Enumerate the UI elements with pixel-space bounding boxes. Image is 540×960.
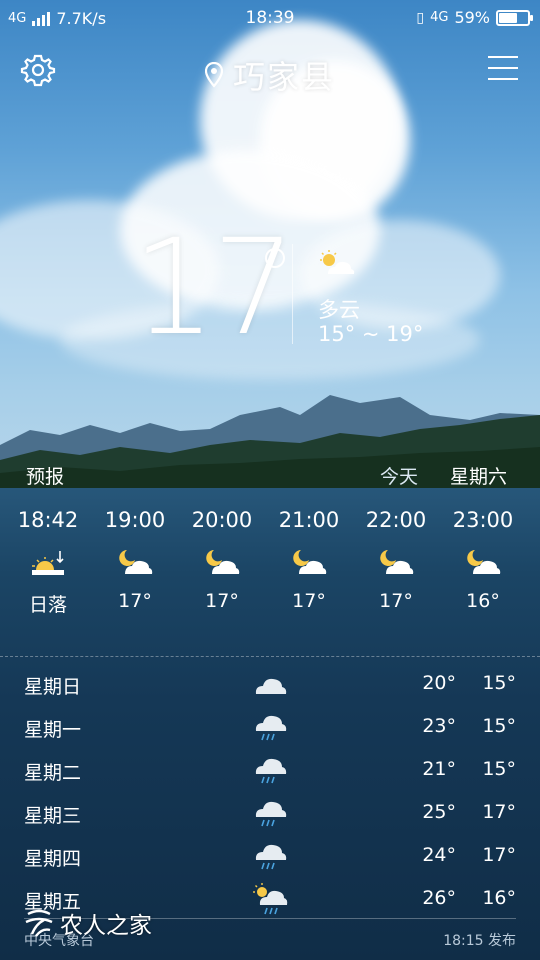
watermark: 农人之家 bbox=[22, 906, 152, 940]
moon-cloud-icon bbox=[119, 550, 153, 574]
hour-temp: 日落 bbox=[28, 594, 67, 616]
status-bar: 4G 7.7K/s 18:39 ▯ 4G 59% bbox=[0, 0, 540, 36]
day-name: 星期三 bbox=[24, 805, 82, 827]
hour-item: 23:00 16° bbox=[438, 508, 528, 612]
hour-temp: 17° bbox=[379, 590, 413, 612]
sun-rain-cloud-icon bbox=[253, 883, 288, 915]
hourly-forecast[interactable]: 18:42 日落 19:00 17° 20:00 17° 21:00 17° 2… bbox=[0, 508, 540, 638]
menu-button[interactable] bbox=[488, 56, 518, 82]
hour-item: 19:00 17° bbox=[90, 508, 180, 612]
rain-cloud-icon bbox=[255, 758, 287, 784]
battery-icon bbox=[496, 9, 533, 26]
day-name: 星期日 bbox=[24, 676, 82, 698]
top-bar: 巧家县 bbox=[0, 50, 540, 96]
day-low: 15° bbox=[482, 715, 516, 737]
hour-time: 19:00 bbox=[104, 508, 166, 532]
rain-cloud-icon bbox=[255, 844, 287, 870]
moon-cloud-icon bbox=[380, 550, 414, 574]
degree-symbol bbox=[265, 248, 285, 268]
hour-temp: 17° bbox=[118, 590, 152, 612]
watermark-logo-icon bbox=[25, 909, 53, 937]
day-name: 星期一 bbox=[24, 719, 82, 741]
forecast-header: 预报 今天 星期六 bbox=[0, 460, 540, 490]
hour-time: 22:00 bbox=[365, 508, 427, 532]
list-item[interactable]: 星期二 21° 15° bbox=[0, 750, 540, 790]
divider bbox=[292, 244, 293, 344]
moon-cloud-icon bbox=[467, 550, 501, 574]
moon-cloud-icon bbox=[206, 550, 240, 574]
rain-cloud-icon bbox=[255, 801, 287, 827]
hour-time: 23:00 bbox=[452, 508, 514, 532]
day-high: 23° bbox=[422, 715, 456, 737]
tab-today[interactable]: 今天 bbox=[380, 462, 418, 489]
cloud-icon bbox=[255, 678, 287, 694]
menu-icon bbox=[488, 56, 518, 80]
day-high: 26° bbox=[422, 887, 456, 909]
hour-item: 20:00 17° bbox=[177, 508, 267, 612]
day-name: 星期四 bbox=[24, 848, 82, 870]
day-low: 17° bbox=[482, 844, 516, 866]
day-low: 15° bbox=[482, 672, 516, 694]
separator bbox=[0, 656, 540, 657]
rain-cloud-icon bbox=[255, 715, 287, 741]
vibrate-icon: ▯ bbox=[416, 9, 425, 26]
watermark-text: 农人之家 bbox=[60, 913, 152, 939]
hour-item: 21:00 17° bbox=[264, 508, 354, 612]
hour-temp: 17° bbox=[292, 590, 326, 612]
hour-time: 20:00 bbox=[191, 508, 253, 532]
hour-temp: 17° bbox=[205, 590, 239, 612]
current-temperature: 17 bbox=[132, 211, 296, 365]
sunset-icon bbox=[32, 551, 64, 575]
list-item[interactable]: 星期一 23° 15° bbox=[0, 707, 540, 747]
city-selector[interactable]: 巧家县 bbox=[0, 52, 540, 98]
day-high: 21° bbox=[422, 758, 456, 780]
list-item[interactable]: 星期三 25° 17° bbox=[0, 793, 540, 833]
day-low: 15° bbox=[482, 758, 516, 780]
forecast-label: 预报 bbox=[26, 466, 65, 488]
day-low: 16° bbox=[482, 887, 516, 909]
day-high: 25° bbox=[422, 801, 456, 823]
city-name: 巧家县 bbox=[232, 58, 335, 96]
day-low: 17° bbox=[482, 801, 516, 823]
temperature-range: 15° ~ 19° bbox=[318, 322, 424, 346]
moon-cloud-icon bbox=[293, 550, 327, 574]
condition-text: 多云 bbox=[318, 298, 360, 322]
day-high: 24° bbox=[422, 844, 456, 866]
partly-cloudy-icon bbox=[320, 250, 355, 274]
publish-time: 18:15 发布 bbox=[443, 933, 516, 949]
hour-temp: 16° bbox=[466, 590, 500, 612]
list-item[interactable]: 星期四 24° 17° bbox=[0, 836, 540, 876]
hour-item: 22:00 17° bbox=[351, 508, 441, 612]
day-name: 星期二 bbox=[24, 762, 82, 784]
battery-percent: 59% bbox=[454, 8, 490, 27]
list-item[interactable]: 星期日 20° 15° bbox=[0, 664, 540, 704]
day-high: 20° bbox=[422, 672, 456, 694]
tab-weekday[interactable]: 星期六 bbox=[450, 462, 507, 489]
network-type-right: 4G bbox=[430, 10, 449, 25]
hour-time: 21:00 bbox=[278, 508, 340, 532]
hour-time: 18:42 bbox=[17, 508, 79, 532]
location-pin-icon bbox=[204, 62, 223, 88]
hour-item: 18:42 日落 bbox=[3, 508, 93, 617]
